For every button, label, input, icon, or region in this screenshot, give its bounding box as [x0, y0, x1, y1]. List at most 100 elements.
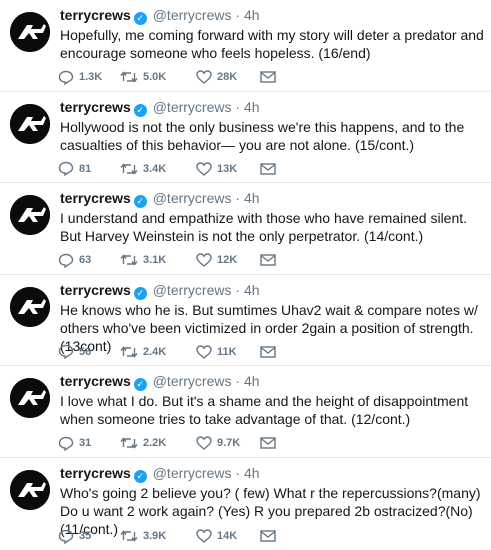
tweet[interactable]: terrycrews ✓ @terrycrews · 4h Who's going… [0, 458, 491, 550]
reply-icon [58, 70, 74, 85]
avatar-logo-icon[interactable] [10, 195, 50, 236]
separator-dot: · [235, 464, 241, 481]
retweet-button[interactable]: 3.9K [120, 529, 196, 543]
timestamp[interactable]: 4h [244, 7, 260, 23]
reply-button[interactable]: 81 [58, 161, 120, 177]
verified-badge-icon: ✓ [133, 103, 147, 117]
user-handle[interactable]: @terrycrews [153, 7, 232, 23]
reply-count: 31 [79, 437, 92, 450]
tweet-header: terrycrews ✓ @terrycrews · 4h [60, 372, 483, 392]
verified-badge-icon: ✓ [133, 378, 147, 392]
tweet-feed: terrycrews ✓ @terrycrews · 4h Hopefully, … [0, 0, 491, 550]
separator-dot: · [235, 373, 241, 390]
avatar-logo-icon[interactable] [10, 469, 50, 510]
reply-button[interactable]: 63 [58, 253, 120, 268]
reply-button[interactable]: 56 [58, 344, 120, 360]
user-handle[interactable]: @terrycrews [153, 373, 232, 389]
like-button[interactable]: 28K [196, 70, 260, 84]
envelope-icon [260, 346, 276, 358]
timestamp[interactable]: 4h [244, 465, 260, 481]
tweet-text: I understand and empathize with those wh… [60, 210, 468, 245]
direct-message-button[interactable] [260, 162, 276, 175]
avatar-logo-icon[interactable] [10, 286, 50, 327]
retweet-button[interactable]: 2.4K [120, 345, 196, 359]
display-name[interactable]: terrycrews [60, 7, 131, 23]
like-button[interactable]: 9.7K [196, 436, 260, 451]
retweet-button[interactable]: 5.0K [120, 70, 196, 84]
verified-badge-icon: ✓ [133, 195, 147, 209]
display-name[interactable]: terrycrews [60, 282, 131, 298]
avatar-logo-icon[interactable] [10, 12, 50, 52]
tweet[interactable]: terrycrews ✓ @terrycrews · 4h He knows wh… [0, 275, 491, 367]
tweet[interactable]: terrycrews ✓ @terrycrews · 4h I love what… [0, 366, 491, 458]
heart-icon [196, 436, 212, 451]
like-button[interactable]: 12K [196, 253, 260, 268]
direct-message-button[interactable] [260, 437, 276, 450]
like-button[interactable]: 14K [196, 529, 260, 543]
timestamp[interactable]: 4h [244, 99, 260, 115]
heart-icon [196, 345, 212, 359]
direct-message-button[interactable] [260, 71, 276, 83]
timestamp[interactable]: 4h [244, 373, 260, 389]
tweet-header: terrycrews ✓ @terrycrews · 4h [60, 6, 483, 25]
separator-dot: · [235, 7, 241, 23]
retweet-button[interactable]: 2.2K [120, 436, 196, 450]
display-name[interactable]: terrycrews [60, 465, 131, 481]
user-handle[interactable]: @terrycrews [153, 465, 232, 481]
like-count: 9.7K [217, 437, 241, 450]
reply-count: 35 [79, 530, 92, 543]
tweet[interactable]: terrycrews ✓ @terrycrews · 4h Hollywood i… [0, 92, 491, 184]
tweet-header: terrycrews ✓ @terrycrews · 4h [60, 189, 483, 209]
display-name[interactable]: terrycrews [60, 99, 131, 115]
separator-dot: · [235, 281, 241, 298]
reply-button[interactable]: 31 [58, 436, 120, 451]
heart-icon [196, 253, 212, 268]
display-name[interactable]: terrycrews [60, 190, 131, 206]
reply-icon [58, 345, 74, 360]
user-handle[interactable]: @terrycrews [153, 190, 232, 206]
tweet-actions: 63 3.1K 12K [58, 253, 276, 268]
tweet-actions: 31 2.2K 9.7K [58, 436, 276, 451]
user-handle[interactable]: @terrycrews [153, 282, 232, 298]
heart-icon [196, 529, 212, 543]
tweet-text: I love what I do. But it's a shame and t… [60, 393, 469, 428]
retweet-button[interactable]: 3.4K [120, 162, 196, 176]
verified-badge-icon: ✓ [133, 12, 147, 25]
reply-icon [58, 436, 74, 451]
like-count: 13K [217, 162, 238, 175]
timestamp[interactable]: 4h [244, 282, 260, 298]
tweet-actions: 81 3.4K 13K [58, 161, 276, 177]
tweet-actions: 56 2.4K 11K [58, 344, 276, 360]
tweet[interactable]: terrycrews ✓ @terrycrews · 4h Hopefully, … [0, 0, 491, 92]
reply-button[interactable]: 35 [58, 529, 120, 544]
retweet-icon [120, 437, 138, 450]
tweet-actions: 35 3.9K 14K [58, 529, 276, 544]
verified-badge-icon: ✓ [133, 469, 147, 483]
like-count: 11K [217, 345, 237, 358]
retweet-count: 3.4K [143, 162, 167, 175]
timestamp[interactable]: 4h [244, 190, 260, 206]
envelope-icon [260, 437, 276, 450]
separator-dot: · [235, 190, 241, 207]
avatar-logo-icon[interactable] [10, 378, 50, 419]
retweet-icon [120, 346, 138, 358]
retweet-button[interactable]: 3.1K [120, 253, 196, 267]
user-handle[interactable]: @terrycrews [153, 99, 232, 115]
envelope-icon [260, 162, 276, 175]
retweet-count: 3.1K [143, 254, 167, 267]
retweet-count: 2.4K [143, 345, 167, 358]
tweet[interactable]: terrycrews ✓ @terrycrews · 4h I understan… [0, 183, 491, 275]
reply-button[interactable]: 1.3K [58, 70, 120, 85]
direct-message-button[interactable] [260, 254, 276, 266]
direct-message-button[interactable] [260, 346, 276, 358]
avatar-logo-icon[interactable] [10, 103, 50, 144]
retweet-count: 2.2K [143, 437, 167, 450]
tweet-text: Hollywood is not the only business we're… [60, 118, 465, 153]
like-button[interactable]: 13K [196, 161, 260, 176]
reply-icon [58, 161, 74, 177]
like-button[interactable]: 11K [196, 345, 260, 359]
display-name[interactable]: terrycrews [60, 373, 131, 389]
envelope-icon [260, 71, 276, 83]
reply-icon [58, 529, 74, 544]
direct-message-button[interactable] [260, 530, 276, 542]
